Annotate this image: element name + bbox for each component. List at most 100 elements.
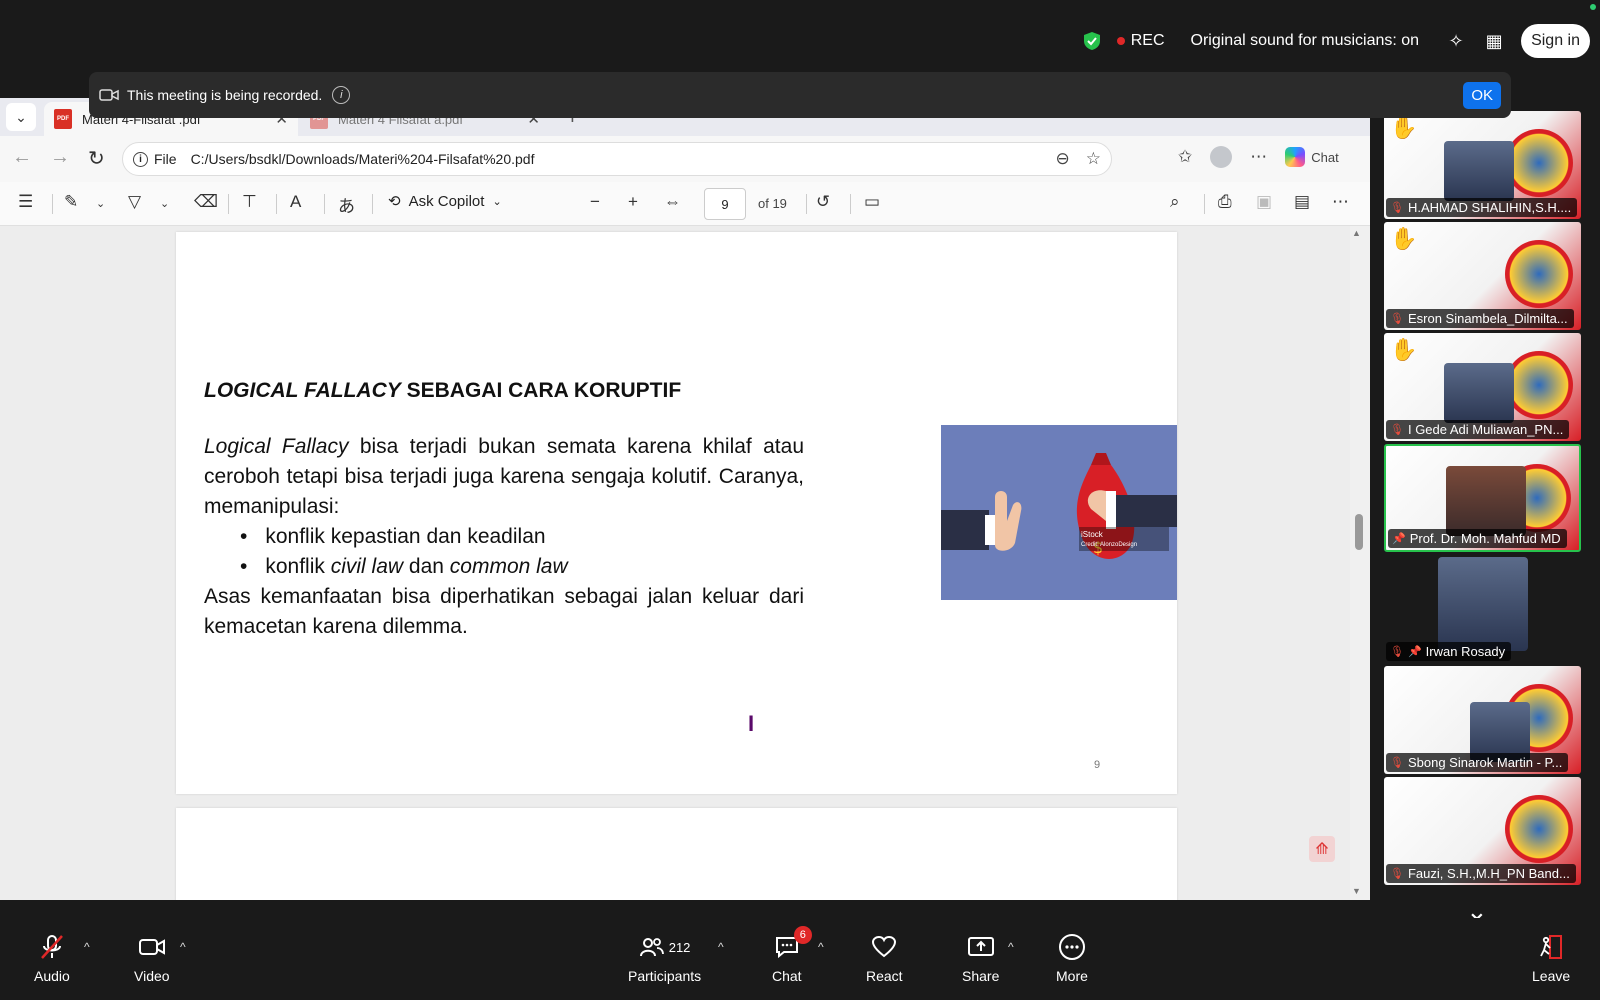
translate-icon[interactable]: あ bbox=[338, 192, 355, 217]
profile-avatar[interactable] bbox=[1210, 146, 1233, 168]
chat-button[interactable]: 6 Chat bbox=[772, 926, 812, 984]
raised-hand-icon: ✋ bbox=[1390, 115, 1418, 140]
scrollbar-thumb[interactable] bbox=[1355, 514, 1363, 550]
bullet2-a: konflik bbox=[265, 555, 331, 578]
participant-tile[interactable]: 🎙 📌 Irwan Rosady bbox=[1384, 555, 1581, 663]
banner-ok-button[interactable]: OK bbox=[1463, 81, 1501, 109]
video-options-caret-icon[interactable]: ^ bbox=[180, 940, 186, 954]
video-button[interactable]: Video bbox=[134, 934, 170, 984]
ask-copilot-button[interactable]: ⟲ Ask Copilot ⌄ bbox=[388, 192, 502, 211]
zoom-in-button[interactable]: + bbox=[628, 192, 638, 212]
recording-indicator[interactable]: REC bbox=[1116, 32, 1165, 50]
share-button[interactable]: Share bbox=[962, 934, 999, 984]
participant-name: Sbong Sinarok Martin - P... bbox=[1407, 755, 1563, 770]
more-label: More bbox=[1056, 968, 1088, 984]
slide-paragraph-1: Logical Fallacy bisa terjadi bukan semat… bbox=[204, 432, 804, 522]
leave-label: Leave bbox=[1532, 968, 1571, 984]
participant-name-label: 🎙 Esron Sinambela_Dilmilta... bbox=[1386, 309, 1574, 328]
participant-tile-active-speaker[interactable]: 📌 Prof. Dr. Moh. Mahfud MD bbox=[1384, 444, 1581, 552]
participants-options-caret-icon[interactable]: ^ bbox=[718, 940, 724, 954]
page-view-icon[interactable]: ▭ bbox=[864, 192, 880, 212]
scroll-down-icon[interactable]: ▼ bbox=[1352, 886, 1361, 896]
share-options-caret-icon[interactable]: ^ bbox=[1008, 940, 1014, 954]
zoom-out-button[interactable]: − bbox=[590, 192, 600, 212]
record-dot-icon bbox=[1116, 37, 1125, 45]
eraser-icon[interactable]: ⌫ bbox=[194, 192, 218, 212]
copilot-chat-button[interactable]: Chat bbox=[1285, 147, 1339, 167]
audio-button[interactable]: Audio bbox=[34, 934, 70, 984]
text-box-icon[interactable]: ⊤ bbox=[242, 192, 257, 212]
pin-icon: 📌 bbox=[1407, 646, 1422, 658]
zoom-out-icon[interactable]: ⊖ bbox=[1056, 149, 1070, 169]
participant-tile[interactable]: ✋ 🎙 H.AHMAD SHALIHIN,S.H.... bbox=[1384, 111, 1581, 219]
money-bag-refusal-illustration: $ bbox=[941, 453, 1177, 559]
divider bbox=[806, 194, 807, 214]
draw-icon[interactable]: ▽ bbox=[128, 192, 141, 212]
divider bbox=[372, 194, 373, 214]
pdf-toolbar: ☰ ✎ ⌄ ▽ ⌄ ⌫ ⊤ A︎ あ ⟲ Ask Copilot ⌄ − + ⇔… bbox=[0, 182, 1370, 226]
audio-options-caret-icon[interactable]: ^ bbox=[84, 940, 90, 954]
pdf-icon: PDF bbox=[54, 109, 72, 129]
find-icon[interactable]: ⌕ bbox=[1170, 192, 1180, 212]
original-sound-status[interactable]: Original sound for musicians: on bbox=[1181, 32, 1430, 50]
recording-banner-text: This meeting is being recorded. bbox=[127, 87, 323, 103]
participant-tile[interactable]: ✋ 🎙 I Gede Adi Muliawan_PN... bbox=[1384, 333, 1581, 441]
back-icon[interactable]: ← bbox=[12, 146, 32, 169]
view-layout-icon[interactable]: ▦ bbox=[1483, 30, 1505, 52]
copilot-icon bbox=[1285, 147, 1306, 167]
contents-icon[interactable]: ☰ bbox=[18, 192, 33, 212]
recording-banner: This meeting is being recorded. i OK bbox=[89, 72, 1511, 118]
slide-title-rest: SEBAGAI CARA KORUPTIF bbox=[400, 379, 682, 402]
participant-name-label: 🎙 Sbong Sinarok Martin - P... bbox=[1386, 753, 1569, 772]
scrollbar[interactable] bbox=[1350, 226, 1370, 900]
site-info-icon[interactable]: i bbox=[133, 151, 148, 167]
participant-name: Irwan Rosady bbox=[1425, 644, 1506, 659]
copilot-icon: ⟲ bbox=[388, 193, 401, 210]
ai-companion-icon[interactable]: ✧ bbox=[1445, 30, 1467, 52]
reload-icon[interactable]: ↻ bbox=[88, 146, 105, 171]
save-as-icon[interactable]: ▤ bbox=[1294, 192, 1310, 212]
divider bbox=[1204, 194, 1205, 214]
chevron-down-icon[interactable]: ⌄ bbox=[160, 197, 169, 210]
favorites-icon[interactable]: ✩ bbox=[1178, 147, 1192, 167]
highlight-icon[interactable]: ✎ bbox=[64, 192, 78, 212]
sign-in-button[interactable]: Sign in bbox=[1521, 24, 1590, 58]
participant-tile[interactable]: ✋ 🎙 Esron Sinambela_Dilmilta... bbox=[1384, 222, 1581, 330]
more-options-icon[interactable]: ⋯ bbox=[1332, 192, 1349, 212]
page-number-input[interactable]: 9 bbox=[704, 188, 746, 220]
acrobat-icon[interactable]: ⟰ bbox=[1309, 836, 1335, 862]
camera-icon bbox=[99, 89, 119, 101]
chat-options-caret-icon[interactable]: ^ bbox=[818, 940, 824, 954]
participants-button[interactable]: 212 Participants bbox=[628, 934, 701, 984]
participant-tile[interactable]: 🎙 Fauzi, S.H.,M.H_PN Band... bbox=[1384, 777, 1581, 885]
leave-button[interactable]: Leave bbox=[1532, 934, 1570, 984]
participant-name: Fauzi, S.H.,M.H_PN Band... bbox=[1407, 866, 1570, 881]
bullet2-c: dan bbox=[403, 555, 450, 578]
divider bbox=[228, 194, 229, 214]
print-icon[interactable]: ⎙ bbox=[1218, 192, 1232, 212]
more-icon[interactable]: ⋯ bbox=[1250, 147, 1267, 167]
image-watermark: iStock Credit: AlonzoDesign bbox=[1081, 530, 1137, 548]
slide-paragraph-2: Asas kemanfaatan bisa diperhatikan sebag… bbox=[204, 585, 804, 638]
read-aloud-icon[interactable]: A︎ bbox=[290, 192, 301, 212]
forward-icon[interactable]: → bbox=[50, 146, 70, 169]
participants-count: 212 bbox=[668, 939, 691, 955]
more-button[interactable]: More bbox=[1056, 934, 1088, 984]
tab-search-chevron-icon[interactable]: ⌄ bbox=[6, 103, 36, 131]
fit-width-icon[interactable]: ⇔ bbox=[664, 192, 681, 212]
chevron-down-icon[interactable]: ⌄ bbox=[96, 197, 105, 210]
info-icon[interactable]: i bbox=[332, 86, 351, 104]
chat-label: Chat bbox=[1311, 149, 1339, 165]
scroll-up-icon[interactable]: ▲ bbox=[1352, 228, 1361, 238]
mic-muted-icon: 🎙 bbox=[1390, 646, 1404, 658]
leave-door-icon bbox=[1538, 934, 1564, 960]
participant-tile[interactable]: 🎙 Sbong Sinarok Martin - P... bbox=[1384, 666, 1581, 774]
save-icon[interactable]: ▣ bbox=[1256, 192, 1272, 212]
shield-icon[interactable] bbox=[1083, 31, 1101, 51]
pdf-viewer[interactable]: LOGICAL FALLACY SEBAGAI CARA KORUPTIF Lo… bbox=[0, 226, 1370, 900]
url-input[interactable]: i File C:/Users/bsdkl/Downloads/Materi%2… bbox=[122, 142, 1112, 176]
react-button[interactable]: React bbox=[866, 934, 903, 984]
favorite-star-icon[interactable]: ☆ bbox=[1086, 149, 1101, 169]
rotate-icon[interactable]: ↺ bbox=[816, 192, 830, 212]
participants-icon: 212 bbox=[639, 934, 691, 960]
